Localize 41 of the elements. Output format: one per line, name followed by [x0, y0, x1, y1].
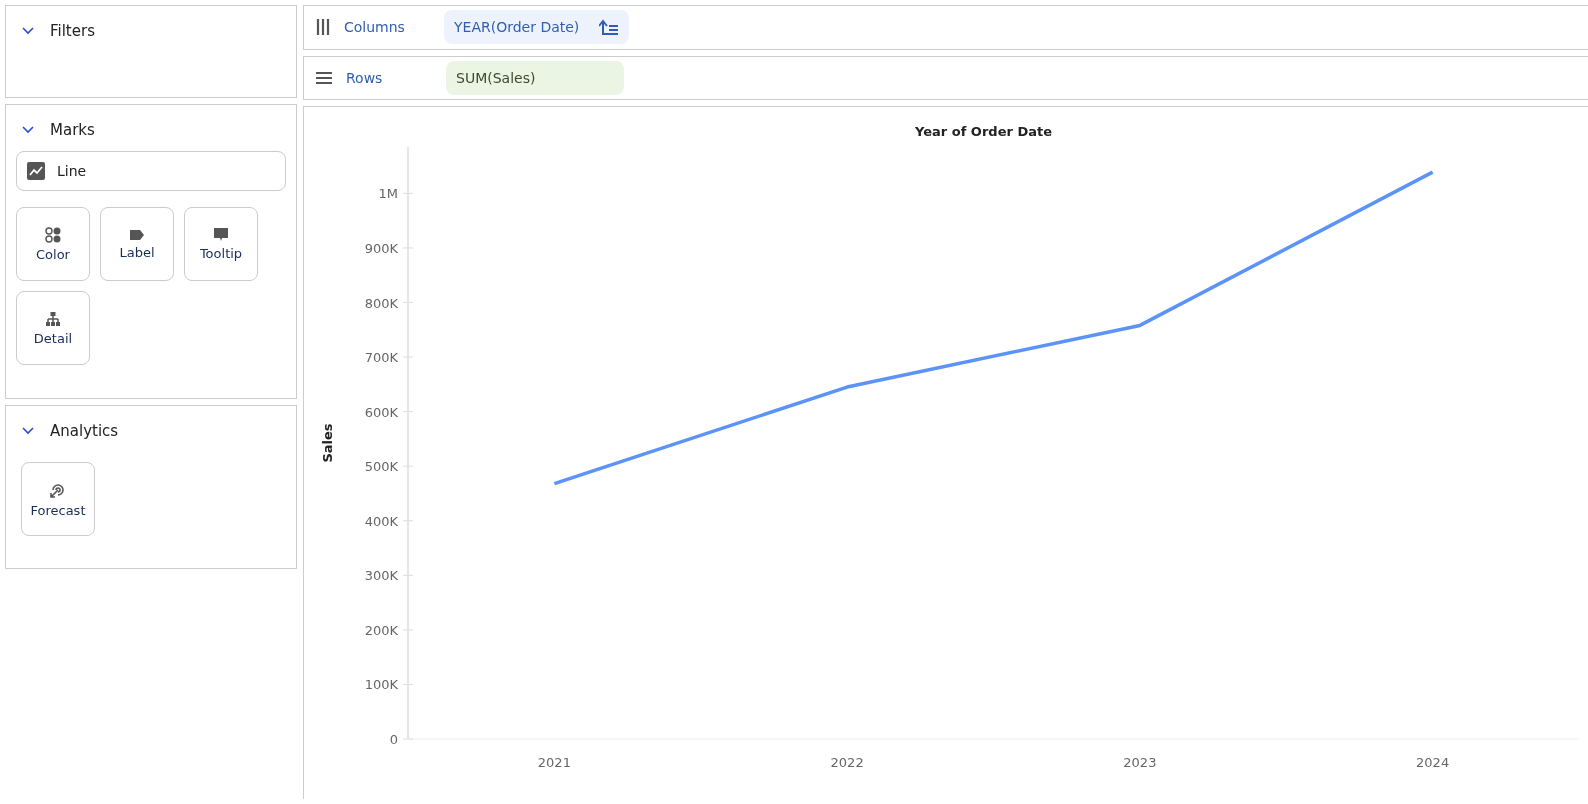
forecast-button[interactable]: Forecast [21, 462, 95, 536]
field-pill[interactable]: SUM(Sales) [446, 60, 624, 95]
axis-tick-label: 2022 [830, 755, 864, 770]
mark-type-dropdown[interactable]: Line [16, 151, 286, 191]
axis-tick-label: 900K [364, 240, 398, 256]
axis-tick-label: 500K [364, 459, 398, 475]
detail-button[interactable]: Detail [16, 291, 90, 365]
axis-tick-label: 800K [364, 295, 398, 311]
section-title: Filters [50, 22, 95, 40]
axis-tick-label: 300K [364, 568, 398, 584]
axis-tick-label: 200K [364, 622, 398, 638]
axis-tick-label: 400K [364, 513, 398, 529]
chevron-down-icon[interactable] [22, 126, 34, 134]
axis-tick-label: 2024 [1416, 755, 1450, 770]
shelf-label: Columns [344, 19, 406, 36]
tag-icon [129, 228, 145, 241]
chart-title: Year of Order Date [915, 124, 1052, 139]
rows-icon [316, 70, 332, 85]
chevron-down-icon[interactable] [22, 427, 34, 435]
tooltip-button[interactable]: Tooltip [184, 207, 258, 281]
axis-tick-label: 700K [364, 350, 398, 366]
field-pill[interactable]: YEAR(Order Date) [444, 10, 630, 45]
speech-bubble-icon [213, 227, 229, 242]
dots-icon [45, 226, 61, 243]
label-button[interactable]: Label [100, 207, 174, 281]
axis-tick-label: 600K [364, 404, 398, 420]
axis-tick-label: 1M [378, 186, 398, 202]
section-title: Analytics [50, 422, 119, 440]
line-chart-icon [27, 162, 45, 180]
color-button[interactable]: Color [16, 207, 90, 281]
shelf-label: Rows [346, 69, 384, 86]
hierarchy-icon [45, 310, 61, 327]
columns-icon [316, 19, 330, 36]
axis-tick-label: 100K [364, 677, 398, 693]
axis-tick-label: 0 [389, 732, 398, 747]
section-title: Marks [50, 121, 95, 139]
chevron-down-icon[interactable] [22, 27, 34, 35]
axis-title: Sales [320, 423, 335, 463]
axis-tick-label: 2021 [537, 755, 571, 770]
sort-icon[interactable] [599, 19, 620, 36]
axis-tick-label: 2023 [1123, 755, 1157, 770]
